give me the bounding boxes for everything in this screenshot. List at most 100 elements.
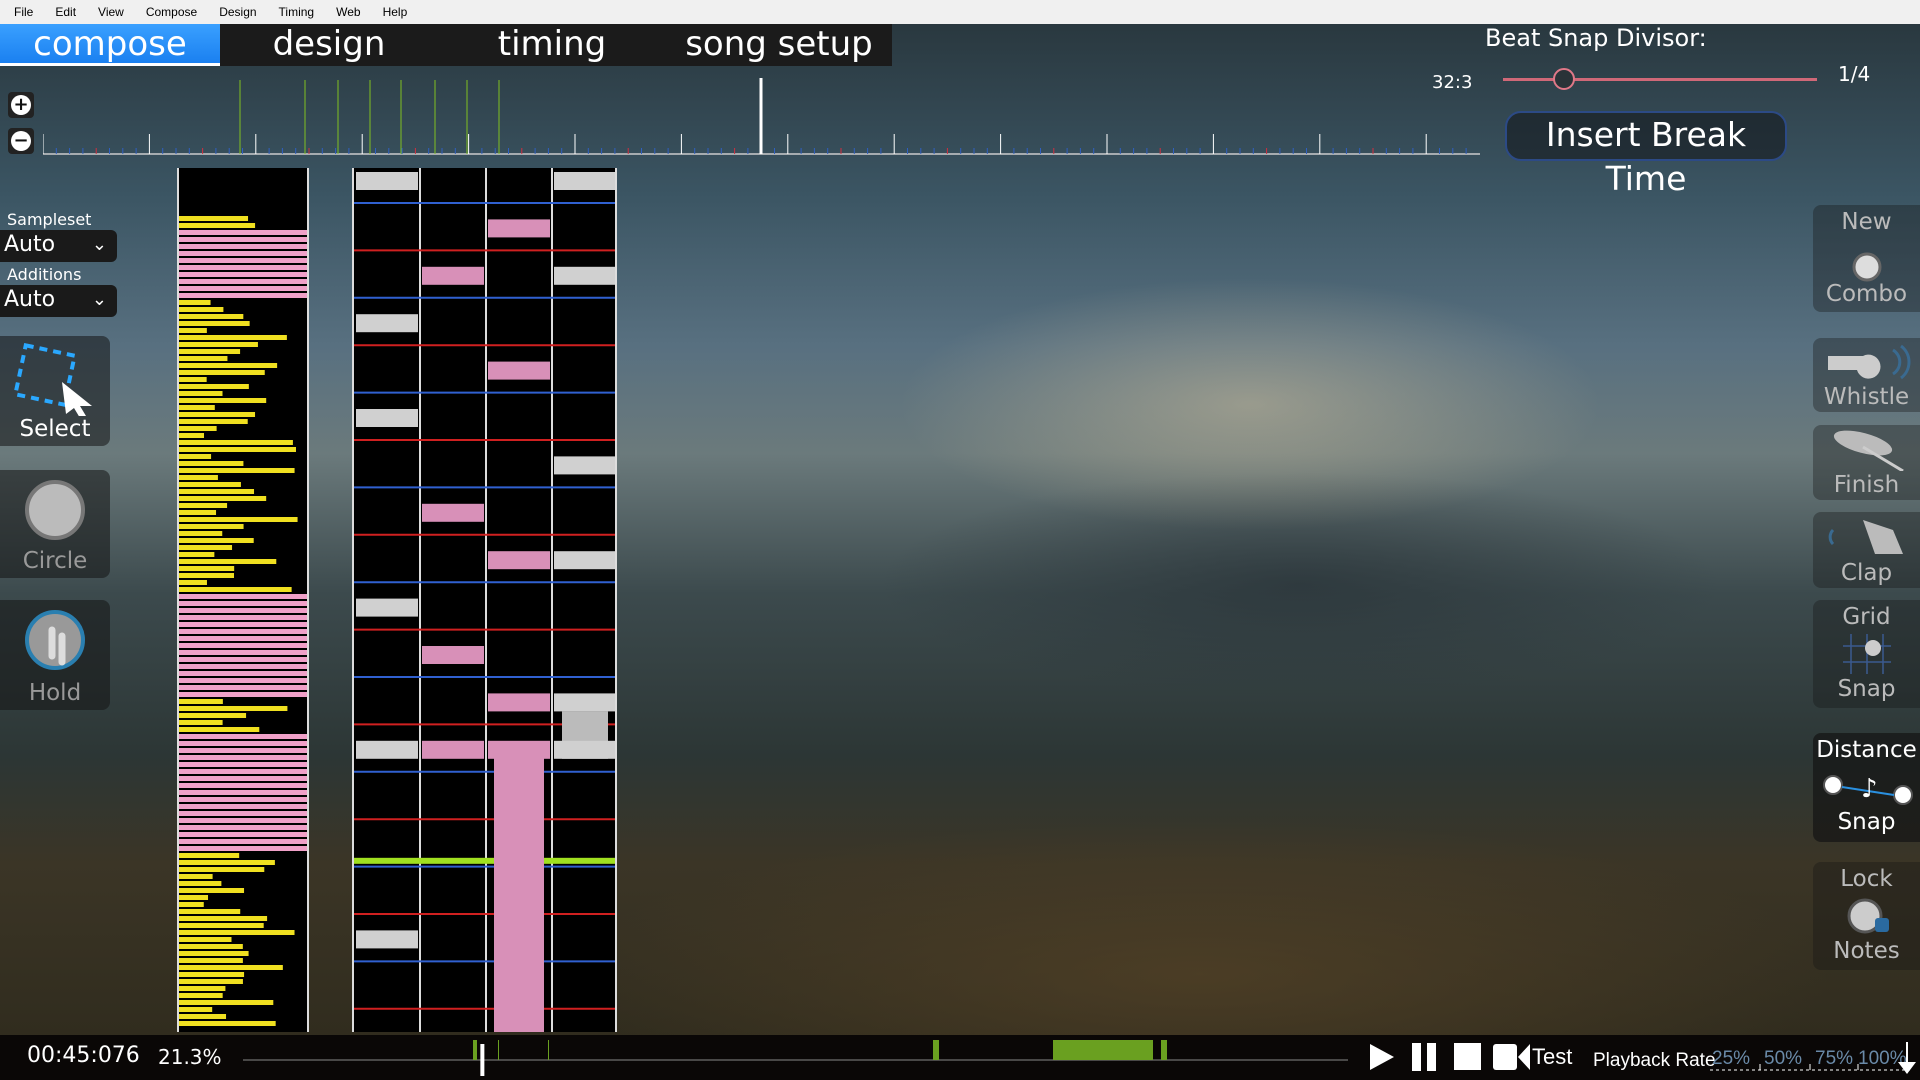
density-bar — [179, 272, 307, 277]
menu-web[interactable]: Web — [336, 5, 360, 19]
grid-snap-toggle[interactable]: Grid Snap — [1813, 600, 1920, 708]
density-bar — [179, 671, 307, 676]
hold-icon — [25, 610, 85, 670]
additions-label: Additions — [7, 265, 82, 284]
beat-snap-label: Beat Snap Divisor: — [1485, 24, 1707, 52]
circle-label: Circle — [22, 548, 88, 574]
note — [356, 740, 418, 759]
circle-tool-button[interactable]: Circle — [0, 470, 110, 578]
grid-snap-label-1: Grid — [1842, 604, 1891, 630]
menu-edit[interactable]: Edit — [55, 5, 76, 19]
menu-view[interactable]: View — [98, 5, 124, 19]
density-bar — [179, 643, 307, 648]
progress-kiai-section — [1161, 1040, 1167, 1060]
note — [356, 314, 418, 333]
sampleset-label: Sampleset — [7, 210, 92, 229]
density-bar — [179, 538, 254, 543]
density-bar — [179, 979, 243, 984]
density-bar — [179, 895, 209, 900]
zoom-out-button[interactable]: − — [8, 128, 34, 154]
progress-kiai-section — [548, 1040, 549, 1060]
song-progress-bar[interactable] — [243, 1036, 1348, 1076]
tab-design[interactable]: design — [220, 24, 438, 66]
density-bar — [179, 398, 267, 403]
mania-playfield[interactable] — [352, 168, 617, 1032]
density-bar — [179, 867, 265, 872]
menu-help[interactable]: Help — [383, 5, 408, 19]
pause-button[interactable] — [1410, 1042, 1440, 1072]
clap-toggle[interactable]: Clap — [1813, 512, 1920, 588]
density-bar — [179, 853, 240, 858]
hold-tool-button[interactable]: Hold — [0, 600, 110, 710]
tab-compose[interactable]: compose — [0, 24, 220, 66]
density-bar — [179, 314, 244, 319]
note — [488, 693, 550, 712]
plus-icon: + — [11, 95, 31, 115]
density-bar — [179, 293, 307, 298]
stop-button[interactable] — [1453, 1042, 1483, 1072]
density-bar — [179, 461, 244, 466]
density-bar — [179, 559, 277, 564]
menu-timing[interactable]: Timing — [279, 5, 315, 19]
density-bar — [179, 825, 307, 830]
density-bar — [179, 811, 307, 816]
density-bar — [179, 566, 235, 571]
density-bar — [179, 258, 307, 263]
insert-break-time-button[interactable]: Insert Break Time — [1505, 111, 1787, 198]
finish-toggle[interactable]: Finish — [1813, 425, 1920, 500]
clap-icon — [1828, 520, 1903, 554]
density-bar — [179, 370, 265, 375]
beat-snap-slider-knob[interactable] — [1553, 68, 1575, 90]
density-bar — [179, 356, 228, 361]
beat-snap-slider[interactable] — [1503, 78, 1817, 81]
density-bar — [179, 916, 268, 921]
density-bar — [179, 986, 226, 991]
note — [422, 740, 484, 759]
density-bar — [179, 839, 307, 844]
select-tool-button[interactable]: Select — [0, 336, 110, 446]
tab-song-setup[interactable]: song setup — [666, 24, 892, 66]
distance-snap-icon: ♪ — [1823, 774, 1913, 805]
note — [356, 172, 418, 190]
density-bar — [179, 279, 307, 284]
beat-position: 32:3 — [1432, 72, 1473, 93]
note — [356, 598, 418, 617]
new-combo-label-1: New — [1841, 209, 1892, 235]
density-bar — [179, 958, 243, 963]
density-bar — [179, 888, 245, 893]
test-camera-icon[interactable] — [1492, 1042, 1532, 1072]
playback-rate-label: Playback Rate — [1593, 1050, 1716, 1071]
sampleset-dropdown[interactable]: Auto ⌄ — [0, 230, 117, 262]
distance-snap-toggle[interactable]: Distance ♪ Snap — [1813, 733, 1920, 842]
timeline-ticks[interactable] — [43, 78, 1480, 156]
density-bar — [179, 377, 207, 382]
new-combo-toggle[interactable]: New Combo — [1813, 205, 1920, 312]
play-button[interactable] — [1366, 1042, 1396, 1072]
tab-timing[interactable]: timing — [438, 24, 666, 66]
density-bar — [179, 832, 307, 837]
chevron-down-icon: ⌄ — [91, 289, 107, 310]
menu-file[interactable]: File — [14, 5, 33, 19]
density-bar — [179, 573, 235, 578]
density-bar — [179, 769, 307, 774]
note — [554, 693, 615, 712]
note — [554, 456, 615, 475]
lock-notes-label-1: Lock — [1840, 866, 1893, 892]
test-button[interactable]: Test — [1532, 1044, 1572, 1070]
density-bar — [179, 223, 256, 228]
menu-design[interactable]: Design — [219, 5, 256, 19]
additions-dropdown[interactable]: Auto ⌄ — [0, 285, 117, 317]
distance-snap-label-2: Snap — [1837, 809, 1896, 835]
menu-compose[interactable]: Compose — [146, 5, 197, 19]
density-bar — [179, 447, 296, 452]
playback-rate-slider[interactable] — [1710, 1040, 1920, 1080]
hold-label: Hold — [28, 680, 82, 706]
density-bar — [179, 286, 307, 291]
density-bar — [179, 636, 307, 641]
lock-notes-toggle[interactable]: Lock Notes — [1813, 862, 1920, 970]
note — [356, 930, 418, 949]
svg-text:♪: ♪ — [1861, 774, 1878, 804]
whistle-toggle[interactable]: Whistle — [1813, 338, 1920, 412]
zoom-in-button[interactable]: + — [8, 92, 34, 118]
density-bar — [179, 1021, 276, 1026]
